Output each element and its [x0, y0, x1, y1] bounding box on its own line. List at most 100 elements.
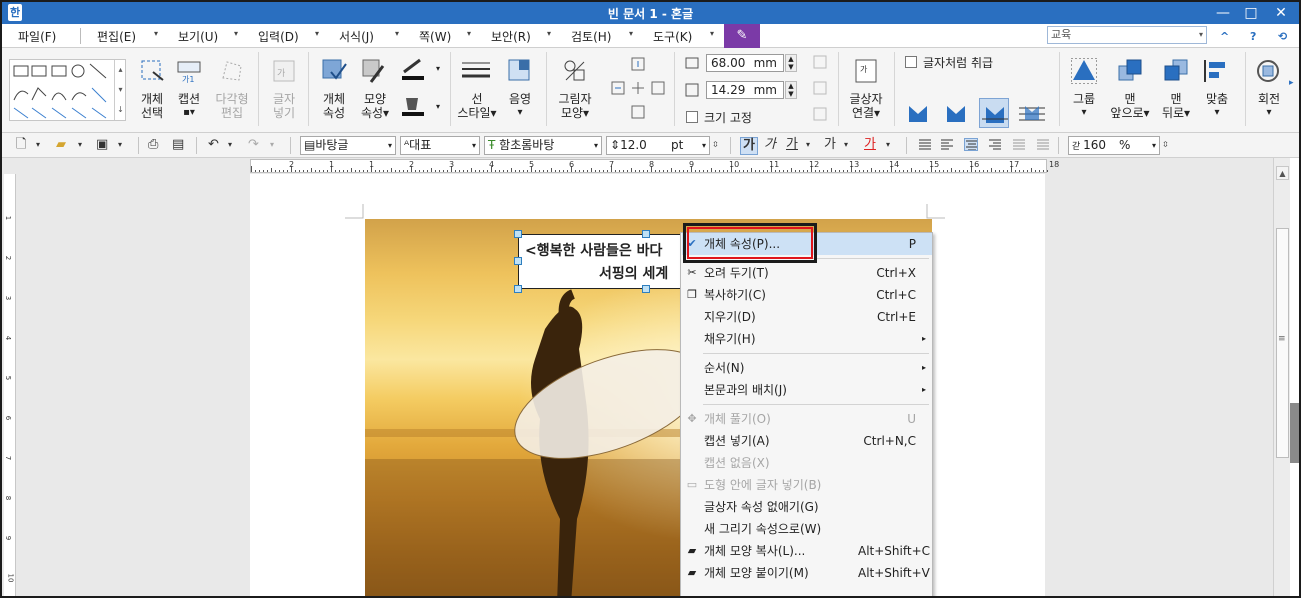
fill-color-icon[interactable] [400, 92, 426, 118]
collapse-ribbon-icon[interactable]: ^ [1220, 30, 1229, 43]
print-icon[interactable]: ⎙ [148, 137, 158, 153]
caption-button[interactable]: 캡션 [174, 92, 204, 106]
shadow-button[interactable]: 음영 [505, 92, 535, 106]
style-combo[interactable]: ▤바탕글 ▾ [300, 136, 396, 155]
line-color-dropdown[interactable]: ▾ [436, 64, 440, 73]
open-folder-icon[interactable]: ▰ [56, 137, 66, 153]
chevron-down-icon[interactable]: ▾ [388, 137, 392, 154]
menu-item-insert-caption[interactable]: 캡션 넣기(A) Ctrl+N,C [682, 430, 932, 452]
save-dropdown[interactable]: ▾ [118, 137, 122, 153]
menu-item-text-wrap[interactable]: 본문과의 배치(J) ▸ [682, 379, 932, 401]
menu-review[interactable]: 검토(H) [571, 28, 611, 45]
resize-handle-tl[interactable] [514, 230, 522, 238]
strike-dropdown[interactable]: ▾ [844, 137, 848, 153]
italic-button[interactable]: 가 [764, 137, 776, 153]
font-color-dropdown[interactable]: ▾ [886, 137, 890, 153]
close-button[interactable]: ✕ [1268, 3, 1294, 23]
font-language-combo[interactable]: ᴬ대표 ▾ [400, 136, 480, 155]
new-document-icon[interactable]: 🗋 [16, 137, 26, 153]
help-button[interactable]: ? [1250, 30, 1256, 43]
font-color-button[interactable]: 가 [864, 137, 876, 153]
menu-edit[interactable]: 편집(E) [97, 28, 136, 45]
menu-item-cut[interactable]: ✂ 오려 두기(T) Ctrl+X [682, 262, 932, 284]
menu-review-arrow[interactable]: ▾ [629, 29, 633, 38]
menu-tools[interactable]: 도구(K) [653, 28, 692, 45]
underline-button[interactable]: 가 [786, 137, 798, 153]
object-select-label[interactable]: 개체 선택 [136, 92, 168, 120]
ribbon-more-icon[interactable]: ▸ [1289, 78, 1294, 88]
menu-format-arrow[interactable]: ▾ [395, 29, 399, 38]
link-textbox-button[interactable]: 글상자 연결▾ [844, 92, 888, 120]
save-icon[interactable]: ▣ [96, 137, 108, 153]
menu-insert[interactable]: 입력(D) [258, 28, 299, 45]
horizontal-ruler[interactable]: 2 1 1 2 3 4 5 6 7 8 9 10 11 12 13 14 15 16 17 18 [250, 159, 1059, 173]
menu-item-remove-textbox[interactable]: 글상자 속성 없애기(G) [682, 496, 932, 518]
menu-security[interactable]: 보안(R) [491, 28, 531, 45]
align-divide-icon[interactable] [1036, 138, 1050, 151]
open-dropdown[interactable]: ▾ [78, 137, 82, 153]
zoom-combo[interactable]: 갇 160% ▾ [1068, 136, 1160, 155]
resize-handle-bc[interactable] [642, 285, 650, 293]
align-distribute-icon[interactable] [1012, 138, 1026, 151]
fixed-size-checkbox[interactable] [686, 111, 698, 123]
menu-tools-arrow[interactable]: ▾ [710, 29, 714, 38]
picture-shape-button[interactable]: 그림자 모양▾ [553, 92, 597, 120]
menu-item-copy[interactable]: ❐ 복사하기(C) Ctrl+C [682, 284, 932, 306]
underline-dropdown[interactable]: ▾ [806, 137, 810, 153]
shape-gallery-icons[interactable] [10, 60, 127, 122]
side-panel-tab[interactable] [1290, 403, 1299, 463]
menu-edit-arrow[interactable]: ▾ [154, 29, 158, 38]
align-center-icon[interactable] [964, 138, 978, 151]
height-input[interactable]: 14.29 mm [706, 81, 784, 99]
line-color-icon[interactable] [400, 56, 426, 82]
width-input[interactable]: 68.00 mm [706, 54, 784, 72]
search-combo[interactable]: 교육 ▾ [1047, 26, 1207, 44]
scroll-up-icon[interactable]: ▲ [1276, 166, 1289, 180]
strike-button[interactable]: 가 [824, 137, 836, 153]
wrap-tight-icon[interactable] [941, 98, 971, 128]
align-left-icon[interactable] [940, 138, 954, 151]
new-document-dropdown[interactable]: ▾ [36, 137, 40, 153]
object-properties-button[interactable]: 개체 속성 [318, 92, 350, 120]
shadow-dropdown[interactable]: ▾ [505, 106, 535, 120]
menu-item-delete[interactable]: 지우기(D) Ctrl+E [682, 306, 932, 328]
treat-as-char-checkbox[interactable] [905, 56, 917, 68]
side-panel[interactable] [1290, 158, 1299, 596]
maximize-button[interactable]: □ [1238, 3, 1264, 23]
resize-handle-ml[interactable] [514, 257, 522, 265]
height-spinner[interactable]: ▲ ▼ [785, 81, 797, 99]
bold-button[interactable]: 가 [740, 137, 758, 155]
menu-page[interactable]: 쪽(W) [419, 28, 451, 45]
chevron-down-icon[interactable]: ▾ [472, 137, 476, 154]
menu-page-arrow[interactable]: ▾ [467, 29, 471, 38]
wrap-square-icon[interactable] [903, 98, 933, 128]
wrap-front-icon[interactable] [1017, 98, 1047, 128]
menu-item-order[interactable]: 순서(N) ▸ [682, 357, 932, 379]
menu-item-text-in-shape[interactable]: ▭ 도형 안에 글자 넣기(B) [682, 474, 932, 496]
resize-handle-bl[interactable] [514, 285, 522, 293]
minimize-button[interactable]: — [1210, 3, 1236, 23]
menu-format[interactable]: 서식(J) [339, 28, 374, 45]
caption-dropdown[interactable]: ▪▾ [174, 106, 204, 120]
font-name-combo[interactable]: Ŧ 함초롬바탕 ▾ [484, 136, 602, 155]
menu-item-copy-shape[interactable]: ▰ 개체 모양 복사(L)... Alt+Shift+C [682, 540, 932, 562]
font-size-combo[interactable]: ⇕12.0 pt ▾ [606, 136, 710, 155]
chevron-down-icon[interactable]: ▾ [1152, 137, 1156, 154]
shape-gallery-scroll[interactable]: ▴ ▾ ↓ [114, 60, 126, 120]
bring-front-button[interactable]: 맨 앞으로▾ [1108, 92, 1152, 120]
chevron-down-icon[interactable]: ▾ [702, 137, 706, 154]
group-button[interactable]: 그룹 [1067, 92, 1101, 106]
undo-dropdown[interactable]: ▾ [228, 137, 232, 153]
scroll-thumb[interactable]: ≡ [1276, 228, 1289, 458]
fill-color-dropdown[interactable]: ▾ [436, 102, 440, 111]
rotate-button[interactable]: 회전 [1252, 92, 1286, 106]
resize-handle-tc[interactable] [642, 230, 650, 238]
redo-dropdown[interactable]: ▾ [270, 137, 274, 153]
menu-file[interactable]: 파일(F) [18, 28, 56, 45]
menu-view-arrow[interactable]: ▾ [234, 29, 238, 38]
align-justify-icon[interactable] [918, 138, 932, 151]
line-style-button[interactable]: 선 스타일▾ [454, 92, 500, 120]
refresh-icon[interactable]: ⟲ [1278, 30, 1287, 43]
vertical-ruler[interactable]: 1 2 3 4 5 6 7 8 9 10 [4, 174, 16, 596]
menu-item-fill[interactable]: 채우기(H) ▸ [682, 328, 932, 350]
